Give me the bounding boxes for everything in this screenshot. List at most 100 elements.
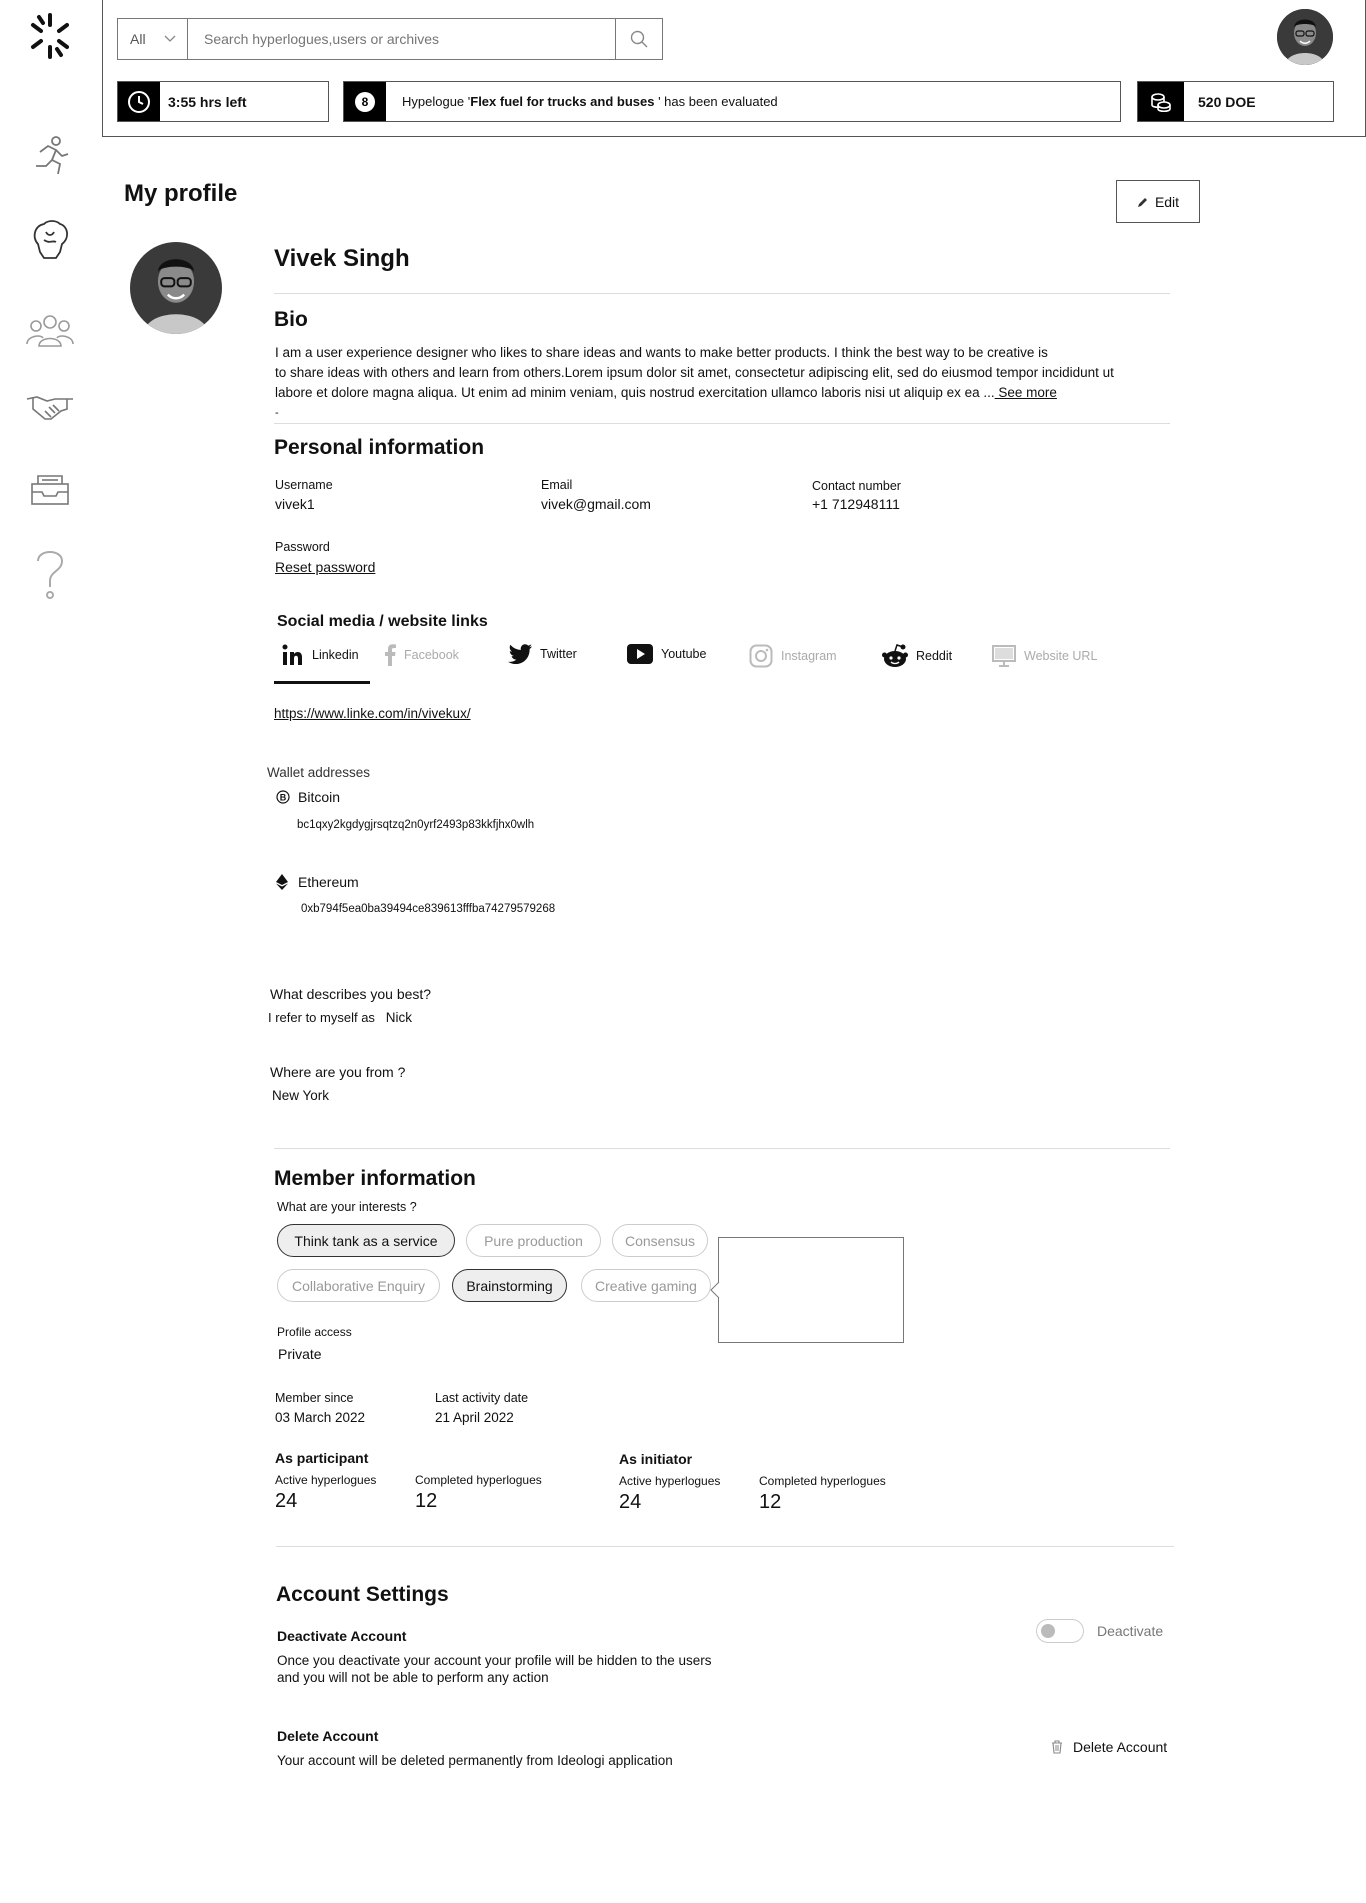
chevron-down-icon bbox=[164, 35, 176, 42]
notification-count-badge: 8 bbox=[344, 82, 386, 121]
interest-pill[interactable]: Think tank as a service bbox=[277, 1224, 455, 1257]
edit-label: Edit bbox=[1154, 193, 1180, 210]
bitcoin-row: B Bitcoin bbox=[276, 789, 340, 805]
linkedin-icon bbox=[282, 644, 302, 665]
from-question: Where are you from ? bbox=[270, 1064, 406, 1080]
tab-instagram[interactable]: Instagram bbox=[749, 644, 837, 668]
contact-value: +1 712948111 bbox=[812, 496, 900, 512]
trash-icon bbox=[1052, 1740, 1062, 1754]
search-bar: All bbox=[117, 18, 663, 60]
facebook-icon bbox=[385, 644, 396, 666]
profile-access-value: Private bbox=[278, 1346, 322, 1362]
divider bbox=[274, 293, 1170, 294]
from-answer: New York bbox=[272, 1088, 330, 1103]
email-value: vivek@gmail.com bbox=[541, 496, 651, 512]
personal-info-heading: Personal information bbox=[274, 436, 485, 459]
tooltip-arrow bbox=[710, 1282, 720, 1298]
last-activity-value: 21 April 2022 bbox=[435, 1410, 514, 1425]
delete-title: Delete Account bbox=[277, 1728, 379, 1744]
search-category-select[interactable]: All bbox=[118, 19, 188, 59]
last-activity-label: Last activity date bbox=[435, 1391, 529, 1405]
wallet-heading: Wallet addresses bbox=[267, 765, 371, 780]
divider bbox=[276, 1546, 1174, 1547]
p-completed-count: 12 bbox=[415, 1490, 438, 1512]
logo-icon[interactable] bbox=[22, 8, 78, 64]
contact-label: Contact number bbox=[812, 479, 901, 493]
username-label: Username bbox=[275, 478, 333, 492]
ethereum-row: Ethereum bbox=[276, 874, 359, 890]
deactivate-title: Deactivate Account bbox=[277, 1628, 407, 1644]
profile-name: Vivek Singh bbox=[274, 245, 410, 272]
search-input[interactable] bbox=[188, 19, 615, 59]
clock-icon bbox=[118, 82, 160, 121]
deactivate-toggle-label: Deactivate bbox=[1097, 1623, 1164, 1639]
reddit-icon bbox=[882, 644, 908, 667]
see-more-link[interactable]: See more bbox=[995, 385, 1057, 400]
delete-account-button[interactable]: Delete Account bbox=[1051, 1739, 1167, 1755]
as-initiator-heading: As initiator bbox=[619, 1451, 693, 1467]
tab-twitter[interactable]: Twitter bbox=[508, 644, 577, 664]
reset-password-link[interactable]: Reset password bbox=[275, 559, 375, 575]
tooltip-box bbox=[718, 1237, 904, 1343]
deactivate-toggle[interactable] bbox=[1036, 1619, 1084, 1643]
interest-pill[interactable]: Creative gaming bbox=[581, 1269, 711, 1302]
member-since-label: Member since bbox=[275, 1391, 354, 1405]
bio-heading: Bio bbox=[274, 308, 308, 331]
i-active-count: 24 bbox=[619, 1491, 642, 1513]
handshake-icon[interactable] bbox=[22, 380, 78, 436]
i-completed-count: 12 bbox=[759, 1491, 782, 1513]
ethereum-address: 0xb794f5ea0ba39494ce839613fffba742795792… bbox=[301, 903, 556, 915]
tab-facebook[interactable]: Facebook bbox=[384, 644, 459, 666]
p-completed-label: Completed hyperlogues bbox=[415, 1473, 542, 1487]
group-users-icon[interactable] bbox=[22, 302, 78, 358]
time-left-chip: 3:55 hrs left bbox=[117, 81, 329, 122]
username-value: vivek1 bbox=[275, 496, 315, 512]
p-active-label: Active hyperlogues bbox=[275, 1473, 377, 1487]
search-category-value: All bbox=[130, 31, 146, 47]
profile-access-label: Profile access bbox=[277, 1325, 352, 1339]
bitcoin-address: bc1qxy2kgdygjrsqtzq2n0yrf2493p83kkfjhx0w… bbox=[297, 819, 535, 831]
email-label: Email bbox=[541, 478, 573, 492]
time-left-text: 3:55 hrs left bbox=[168, 93, 247, 110]
interest-pill[interactable]: Collaborative Enquiry bbox=[277, 1269, 440, 1302]
i-completed-label: Completed hyperlogues bbox=[759, 1474, 886, 1488]
interest-pill[interactable]: Brainstorming bbox=[452, 1269, 567, 1302]
svg-text:B: B bbox=[280, 793, 287, 803]
twitter-icon bbox=[508, 644, 532, 664]
describe-question: What describes you best? bbox=[270, 986, 432, 1002]
divider bbox=[274, 1148, 1170, 1149]
interest-pill[interactable]: Consensus bbox=[612, 1224, 708, 1257]
edit-profile-button[interactable]: Edit bbox=[1116, 180, 1200, 223]
tab-linkedin[interactable]: Linkedin bbox=[282, 644, 359, 666]
sidebar bbox=[0, 0, 102, 1903]
toggle-knob bbox=[1041, 1624, 1055, 1638]
i-active-label: Active hyperlogues bbox=[619, 1474, 721, 1488]
header-avatar[interactable] bbox=[1277, 9, 1333, 65]
delete-description: Your account will be deleted permanently… bbox=[277, 1753, 673, 1768]
notification-chip[interactable]: 8 Hypelogue 'Flex fuel for trucks and bu… bbox=[343, 81, 1121, 122]
member-since-value: 03 March 2022 bbox=[275, 1410, 366, 1425]
deactivate-description: Once you deactivate your account your pr… bbox=[277, 1653, 712, 1685]
inbox-tray-icon[interactable] bbox=[22, 462, 78, 518]
coins-icon bbox=[1138, 82, 1184, 121]
youtube-icon bbox=[627, 644, 653, 664]
social-link-url[interactable]: https://www.linke.com/in/vivekux/ bbox=[274, 706, 471, 721]
brain-head-icon[interactable] bbox=[22, 212, 78, 268]
tab-youtube[interactable]: Youtube bbox=[627, 644, 706, 664]
page-title: My profile bbox=[124, 180, 238, 207]
social-heading: Social media / website links bbox=[277, 613, 488, 630]
account-settings-heading: Account Settings bbox=[276, 1583, 449, 1606]
search-button[interactable] bbox=[615, 19, 662, 59]
interest-pill[interactable]: Pure production bbox=[466, 1224, 601, 1257]
instagram-icon bbox=[749, 644, 773, 668]
help-question-icon[interactable] bbox=[22, 546, 78, 602]
monitor-icon bbox=[992, 645, 1016, 667]
balance-text: 520 DOE bbox=[1198, 93, 1256, 110]
tab-website-url[interactable]: Website URL bbox=[992, 644, 1097, 668]
profile-avatar bbox=[130, 242, 222, 334]
tab-reddit[interactable]: Reddit bbox=[882, 644, 952, 668]
describe-answer: I refer to myself as Nick bbox=[268, 1010, 413, 1025]
top-bar: All 3:55 hrs left 8 Hypelogue 'Flex fuel… bbox=[102, 0, 1366, 137]
divider bbox=[274, 423, 1170, 424]
running-person-icon[interactable] bbox=[22, 128, 78, 184]
